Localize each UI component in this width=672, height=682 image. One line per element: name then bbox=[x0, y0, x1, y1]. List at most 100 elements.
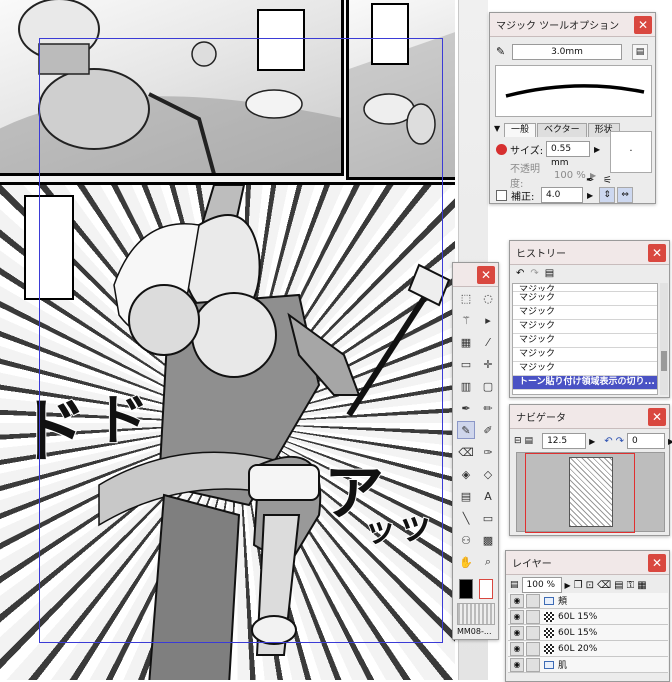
history-item[interactable]: マジック bbox=[513, 362, 657, 376]
marker-icon[interactable]: ✎ bbox=[457, 421, 475, 439]
visibility-eye-icon[interactable]: ◉ bbox=[510, 593, 524, 608]
fill-bucket-icon[interactable]: ◈ bbox=[457, 465, 475, 483]
magic-tool-options-title-bar[interactable]: マジック ツールオプション ✕ bbox=[490, 13, 655, 37]
ruler-icon[interactable]: ▭ bbox=[457, 355, 475, 373]
history-item[interactable]: マジック bbox=[513, 306, 657, 320]
tools-title-bar[interactable]: ✕ bbox=[453, 263, 498, 287]
history-menu-icon[interactable]: ▤ bbox=[545, 268, 554, 279]
bucket2-icon[interactable]: ◇ bbox=[479, 465, 497, 483]
brush-menu-icon[interactable]: ▤ bbox=[632, 44, 648, 60]
tone-swatch[interactable] bbox=[457, 603, 495, 625]
close-icon[interactable]: ✕ bbox=[648, 244, 666, 262]
opacity-value[interactable]: 100 % bbox=[550, 170, 590, 181]
redo-icon[interactable]: ↷ bbox=[530, 268, 538, 279]
grid-icon[interactable]: ▥ bbox=[457, 377, 475, 395]
close-icon[interactable]: ✕ bbox=[648, 554, 666, 572]
opacity-arrow-icon[interactable]: ▶ bbox=[565, 581, 571, 590]
text-icon[interactable]: A bbox=[479, 487, 497, 505]
eyedropper-icon[interactable]: ⁄ bbox=[479, 333, 497, 351]
visibility-eye-icon[interactable]: ◉ bbox=[510, 609, 524, 624]
zoom-fit-icon[interactable]: ⊟ bbox=[514, 436, 522, 446]
lock-cell[interactable] bbox=[526, 593, 540, 608]
history-scrollbar[interactable] bbox=[660, 283, 668, 395]
rotation-input[interactable]: 0 bbox=[627, 433, 665, 449]
pen-icon[interactable]: ✒ bbox=[457, 399, 475, 417]
pointer-icon[interactable]: ▸ bbox=[479, 311, 497, 329]
close-icon[interactable]: ✕ bbox=[477, 266, 495, 284]
visibility-eye-icon[interactable]: ◉ bbox=[510, 657, 524, 672]
eraser-icon[interactable]: ⌫ bbox=[457, 443, 475, 461]
history-scroll-thumb[interactable] bbox=[661, 351, 667, 371]
zoom-input[interactable]: 12.5 bbox=[542, 433, 587, 449]
delete-layer-icon[interactable]: ⌫ bbox=[597, 580, 611, 591]
lock-cell[interactable] bbox=[526, 657, 540, 672]
zoom-icon[interactable]: ⌕ bbox=[479, 553, 497, 571]
stamp-icon[interactable]: ⚇ bbox=[457, 531, 475, 549]
new-layer-icon[interactable]: ❐ bbox=[574, 580, 583, 591]
brush-icon[interactable]: ✐ bbox=[479, 421, 497, 439]
navigator-title-bar[interactable]: ナビゲータ ✕ bbox=[510, 405, 669, 429]
main-color-swatch[interactable] bbox=[459, 579, 473, 599]
tone-icon[interactable]: ▩ bbox=[479, 531, 497, 549]
rotate-left-icon[interactable]: ↶ bbox=[604, 436, 612, 447]
stabilize-speed-icon[interactable]: ⇔ bbox=[617, 187, 634, 203]
stabilize-icon[interactable]: ⇕ bbox=[599, 187, 616, 203]
blend-mode-icon[interactable]: ▤ bbox=[510, 580, 519, 590]
fill-icon[interactable]: ▦ bbox=[457, 333, 475, 351]
layer-row[interactable]: ◉ 肌 bbox=[508, 657, 668, 673]
close-icon[interactable]: ✕ bbox=[634, 16, 652, 34]
collapse-arrow-icon[interactable]: ▼ bbox=[494, 124, 500, 133]
layers-title-bar[interactable]: レイヤー ✕ bbox=[506, 551, 669, 575]
lock-cell[interactable] bbox=[526, 625, 540, 640]
lock-cell[interactable] bbox=[526, 609, 540, 624]
marquee-icon[interactable]: ⬚ bbox=[457, 289, 475, 307]
size-arrow-icon[interactable]: ▶ bbox=[594, 145, 600, 154]
tab-vector[interactable]: ベクター bbox=[537, 123, 587, 137]
navigator-view-frame[interactable] bbox=[525, 453, 635, 533]
history-item[interactable]: マジック bbox=[513, 334, 657, 348]
zoom-arrow-icon[interactable]: ▶ bbox=[589, 437, 595, 446]
lasso-icon[interactable]: ◌ bbox=[479, 289, 497, 307]
layer-row[interactable]: ◉ 60L 20% bbox=[508, 641, 668, 657]
tab-general[interactable]: 一般 bbox=[504, 123, 537, 137]
visibility-eye-icon[interactable]: ◉ bbox=[510, 641, 524, 656]
history-list[interactable]: マジック マジック マジック マジック マジック マジック マジック トーン貼り… bbox=[512, 283, 658, 395]
move-icon[interactable]: ✛ bbox=[479, 355, 497, 373]
pen-option-2-icon[interactable]: ⚟ bbox=[603, 175, 612, 186]
rect-icon[interactable]: ▭ bbox=[479, 509, 497, 527]
rotation-arrow-icon[interactable]: ▶ bbox=[668, 437, 672, 446]
zoom-menu-icon[interactable]: ▤ bbox=[525, 436, 534, 446]
history-title-bar[interactable]: ヒストリー ✕ bbox=[510, 241, 669, 265]
size-input[interactable]: 0.55 mm bbox=[546, 141, 590, 168]
manga-canvas[interactable]: ダ ド ド ア ッ bbox=[0, 0, 455, 680]
brush2-icon[interactable]: ✑ bbox=[479, 443, 497, 461]
rotate-right-icon[interactable]: ↷ bbox=[616, 436, 624, 447]
history-item[interactable]: マジック bbox=[513, 284, 657, 292]
correction-arrow-icon[interactable]: ▶ bbox=[587, 191, 593, 200]
lock-icon[interactable]: ⚿ bbox=[627, 580, 635, 591]
frame-icon[interactable]: ▢ bbox=[479, 377, 497, 395]
layer-row[interactable]: ◉ 頬 bbox=[508, 593, 668, 609]
correction-checkbox[interactable] bbox=[496, 189, 507, 201]
visibility-eye-icon[interactable]: ◉ bbox=[510, 625, 524, 640]
layer-row[interactable]: ◉ 60L 15% bbox=[508, 609, 668, 625]
navigator-preview[interactable] bbox=[516, 452, 665, 533]
lock-cell[interactable] bbox=[526, 641, 540, 656]
brush-size-field[interactable]: 3.0mm bbox=[512, 44, 622, 60]
history-item[interactable]: マジック bbox=[513, 292, 657, 306]
layer-opacity-input[interactable]: 100 % bbox=[521, 577, 562, 593]
history-item[interactable]: マジック bbox=[513, 348, 657, 362]
sub-color-swatch[interactable] bbox=[479, 579, 493, 599]
correction-input[interactable]: 4.0 bbox=[541, 187, 583, 203]
history-item[interactable]: マジック bbox=[513, 320, 657, 334]
gradient-icon[interactable]: ▤ bbox=[457, 487, 475, 505]
layer-menu-icon[interactable]: ▤ bbox=[614, 580, 623, 591]
undo-icon[interactable]: ↶ bbox=[516, 268, 524, 279]
layer-row[interactable]: ◉ 60L 15% bbox=[508, 625, 668, 641]
close-icon[interactable]: ✕ bbox=[648, 408, 666, 426]
magic-wand-icon[interactable]: ⚚ bbox=[457, 311, 475, 329]
new-folder-icon[interactable]: ⊡ bbox=[586, 580, 594, 591]
line-icon[interactable]: ╲ bbox=[457, 509, 475, 527]
pen-option-icon[interactable]: ✒ bbox=[586, 175, 594, 186]
hand-icon[interactable]: ✋ bbox=[457, 553, 475, 571]
